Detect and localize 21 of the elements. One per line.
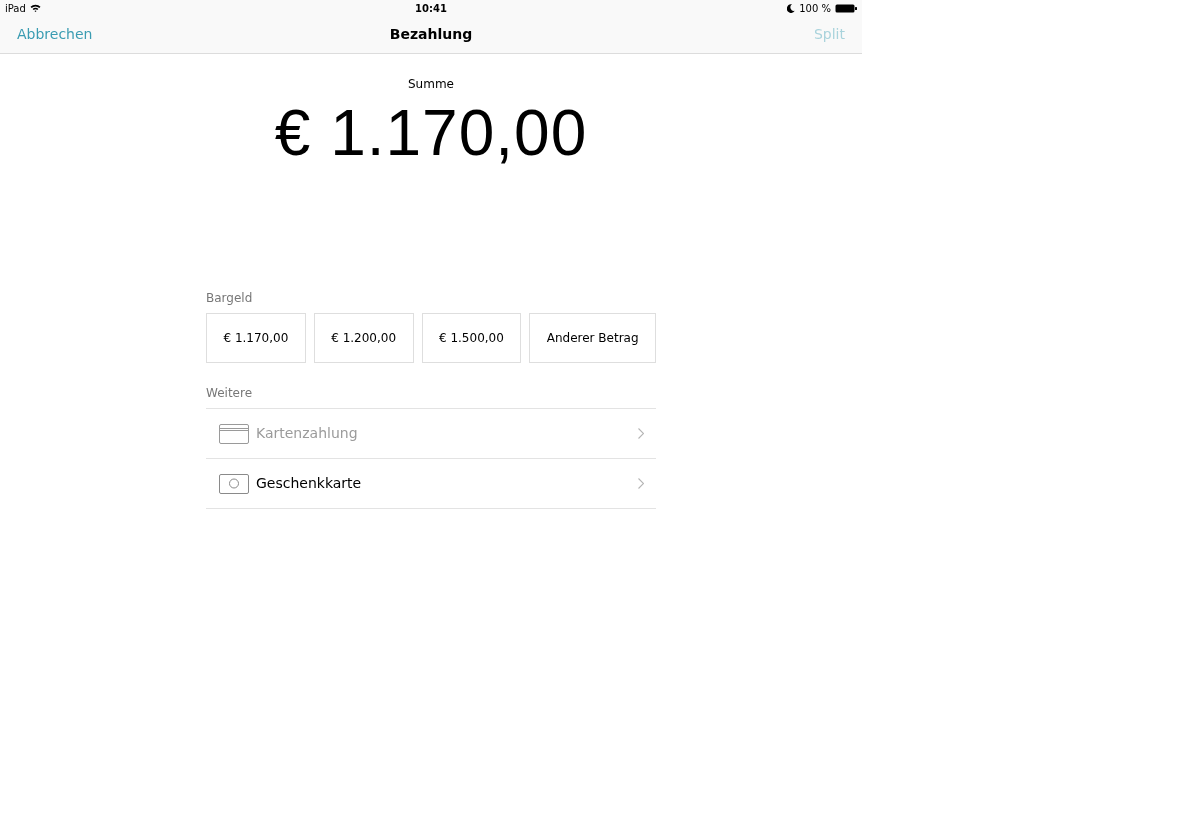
cash-amount-button[interactable]: € 1.170,00 xyxy=(206,313,306,363)
chevron-right-icon xyxy=(638,478,644,489)
cash-amount-button[interactable]: € 1.200,00 xyxy=(313,313,414,363)
cash-amount-button[interactable]: € 1.500,00 xyxy=(421,313,522,363)
clock-time: 10:41 xyxy=(415,1,447,16)
moon-icon xyxy=(787,3,796,13)
total-label: Summe xyxy=(408,76,454,93)
wifi-icon xyxy=(29,4,41,12)
cash-amount-button[interactable]: Anderer Betrag xyxy=(529,313,656,363)
section-label: Bargeld xyxy=(206,290,253,307)
battery-percent: 100 % xyxy=(799,1,831,16)
gift-card-icon xyxy=(219,473,249,494)
payment-method-label: Kartenzahlung xyxy=(256,424,359,443)
credit-card-icon xyxy=(219,423,249,444)
chevron-right-icon xyxy=(638,428,644,439)
section-label: Weitere xyxy=(206,385,253,402)
battery-icon xyxy=(835,3,857,13)
screen-title: Bezahlung xyxy=(389,25,473,44)
payment-method-label: Geschenkkarte xyxy=(256,474,363,493)
total-amount: € 1.170,00 xyxy=(274,101,588,165)
device-name: iPad xyxy=(5,1,26,16)
